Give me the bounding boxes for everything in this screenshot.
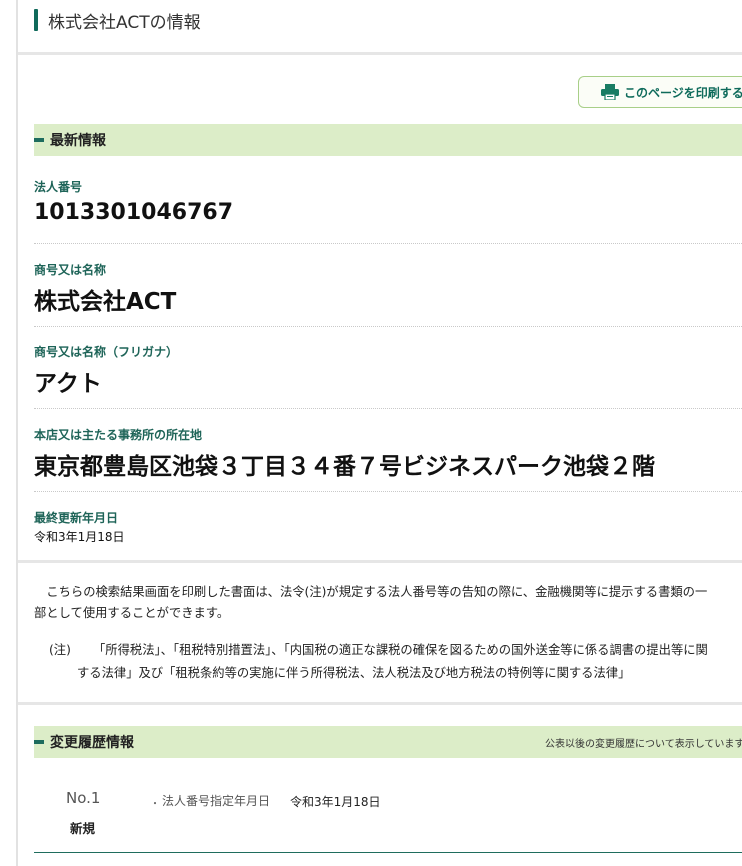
notice-line: 部として使用することができます。 xyxy=(34,606,230,620)
latest-info-header: 最新情報 xyxy=(34,124,742,156)
section-title: 最新情報 xyxy=(50,133,106,149)
title-accent-bar xyxy=(34,9,38,31)
note-mark: (注) xyxy=(49,643,71,657)
history-entry-kind: 新規 xyxy=(70,821,96,836)
company-name-label: 商号又は名称 xyxy=(34,263,107,277)
address-value: 東京都豊島区池袋３丁目３４番７号ビジネスパーク池袋２階 xyxy=(34,454,655,480)
history-note: 公表以後の変更履歴について表示しています xyxy=(545,738,742,750)
divider xyxy=(18,560,742,563)
corporate-number-value: 1013301046767 xyxy=(34,200,233,225)
last-updated-label: 最終更新年月日 xyxy=(34,511,119,525)
company-furigana-label: 商号又は名称（フリガナ） xyxy=(34,345,179,359)
address-label: 本店又は主たる事務所の所在地 xyxy=(34,428,203,442)
dotted-divider xyxy=(34,408,742,409)
last-updated-value: 令和3年1月18日 xyxy=(34,530,125,544)
page-title-text: 株式会社ACTの情報 xyxy=(48,12,201,33)
print-page-button[interactable]: このページを印刷する xyxy=(578,76,742,108)
company-name-value: 株式会社ACT xyxy=(34,289,177,315)
notice-line: こちらの検索結果画面を印刷した書面は、法令(注)が規定する法人番号等の告知の際に… xyxy=(34,585,708,599)
bullet-icon: ・ xyxy=(150,799,160,810)
divider xyxy=(18,702,742,705)
history-entry-number: No.1 xyxy=(66,789,101,807)
history-header: 変更履歴情報 公表以後の変更履歴について表示しています xyxy=(34,726,742,758)
corporate-number-label: 法人番号 xyxy=(34,180,83,194)
content-left-border xyxy=(16,0,18,866)
print-button-label: このページを印刷する xyxy=(624,85,742,100)
page-title: 株式会社ACTの情報 xyxy=(34,8,201,33)
dotted-divider xyxy=(34,491,742,492)
history-bottom-border xyxy=(34,852,742,853)
divider xyxy=(18,52,742,55)
note-line: する法律」及び「租税条約等の実施に伴う所得税法、法人税法及び地方税法の特例等に関… xyxy=(77,666,631,680)
dotted-divider xyxy=(34,243,742,244)
history-entry-item: 法人番号指定年月日 xyxy=(162,794,271,808)
section-title: 変更履歴情報 xyxy=(50,735,134,751)
dotted-divider xyxy=(34,326,742,327)
note-line: 「所得税法」、「租税特別措置法」、「内国税の適正な課税の確保を図るための国外送金… xyxy=(93,643,708,657)
section-marker xyxy=(34,740,44,744)
notice-paragraph: こちらの検索結果画面を印刷した書面は、法令(注)が規定する法人番号等の告知の際に… xyxy=(34,582,742,624)
section-marker xyxy=(34,138,44,142)
company-furigana-value: アクト xyxy=(34,371,102,397)
history-entry-date: 令和3年1月18日 xyxy=(290,795,381,809)
printer-icon xyxy=(601,84,619,100)
